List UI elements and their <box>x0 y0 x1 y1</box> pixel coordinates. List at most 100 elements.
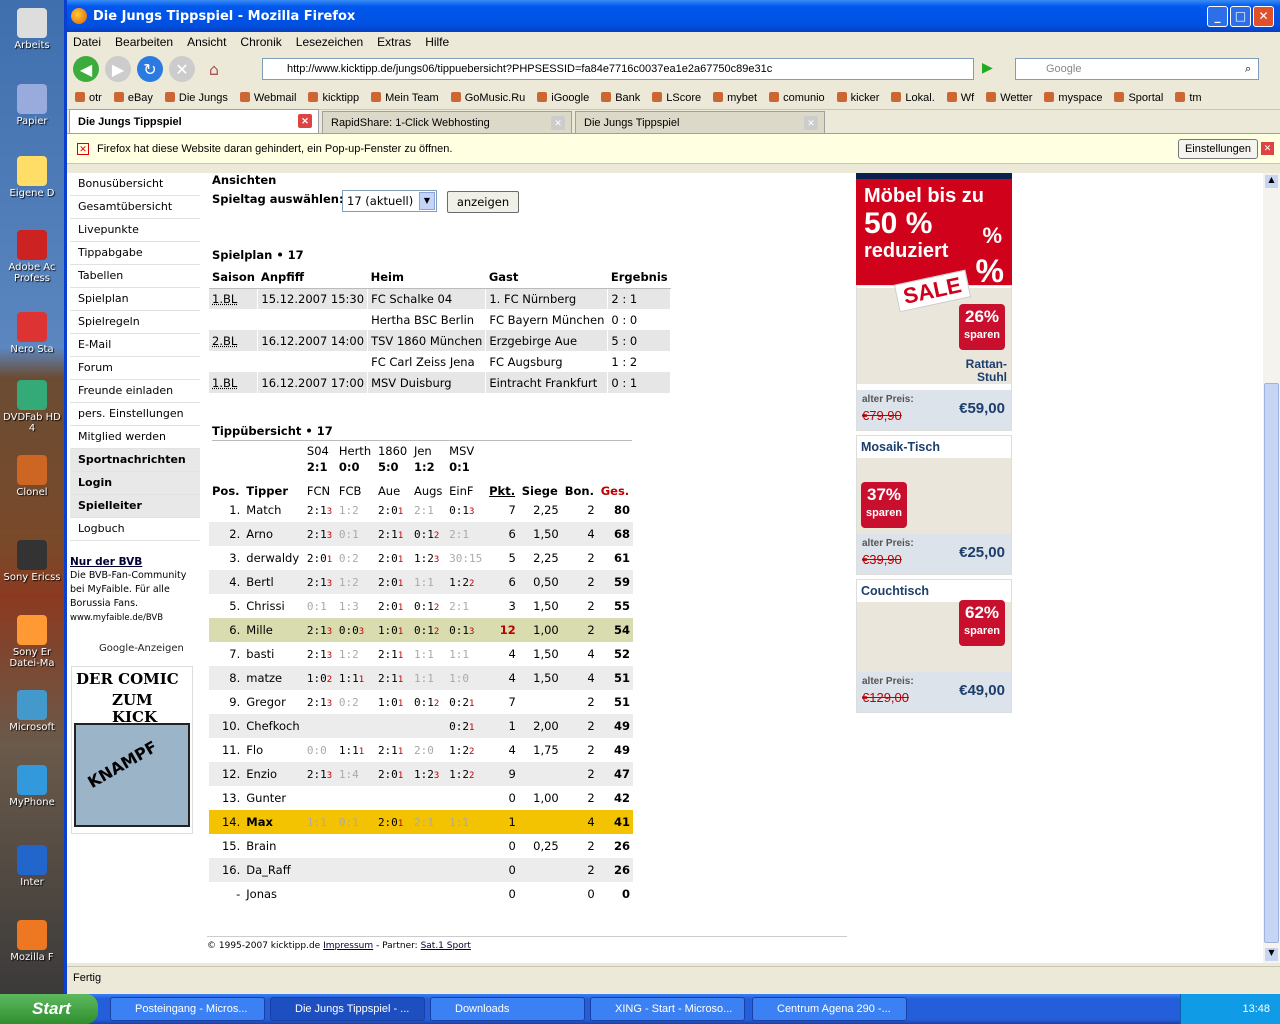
minimize-button[interactable]: _ <box>1207 6 1228 27</box>
bookmark-item[interactable]: Bank <box>601 91 640 104</box>
furniture-ad[interactable]: Mosaik-Tisch 37% sparen alter Preis: €39,90 €… <box>856 435 1012 575</box>
bookmark-item[interactable]: Sportal <box>1114 91 1163 104</box>
nav-item[interactable]: Freunde einladen <box>70 380 200 403</box>
nav-item[interactable]: Spielregeln <box>70 311 200 334</box>
taskbar-item[interactable]: Centrum Agena 290 -... <box>752 997 907 1021</box>
nav-item[interactable]: Spielleiter <box>70 495 200 518</box>
furniture-ad[interactable]: 26% sparen Rattan-Stuhl alter Preis: €79,90 €… <box>856 285 1012 431</box>
spieltag-select[interactable]: 17 (aktuell) ▼ <box>342 190 437 212</box>
menu-chronik[interactable]: Chronik <box>240 35 281 49</box>
tipper-cell[interactable]: Chefkoch <box>243 714 304 738</box>
taskbar-item[interactable]: Die Jungs Tippspiel - ... <box>270 997 425 1021</box>
nav-item[interactable]: Spielplan <box>70 288 200 311</box>
tipper-cell[interactable]: Da_Raff <box>243 858 304 882</box>
partner-link[interactable]: Sat.1 Sport <box>421 941 471 951</box>
bookmark-item[interactable]: Lokal. <box>891 91 935 104</box>
chevron-down-icon[interactable]: ▼ <box>419 192 435 210</box>
settings-button[interactable]: Einstellungen <box>1177 139 1258 159</box>
tab-close-icon[interactable]: ✕ <box>551 116 565 130</box>
tipper-cell[interactable]: Gregor <box>243 690 304 714</box>
desktop-icon[interactable]: Adobe Ac Profess <box>0 230 64 284</box>
bookmark-item[interactable]: eBay <box>113 91 153 104</box>
bookmark-item[interactable]: tm <box>1175 91 1202 104</box>
scroll-down-icon[interactable]: ▼ <box>1265 948 1278 961</box>
desktop-icon[interactable]: Inter <box>0 845 64 888</box>
tipper-cell[interactable]: Max <box>243 810 304 834</box>
tipper-cell[interactable]: Chrissi <box>243 594 304 618</box>
bookmark-item[interactable]: Wf <box>946 91 974 104</box>
nav-item[interactable]: Tabellen <box>70 265 200 288</box>
bvb-ad-title[interactable]: Nur der BVB <box>70 555 198 569</box>
desktop-icon[interactable]: Eigene D <box>0 156 64 199</box>
nav-item[interactable]: pers. Einstellungen <box>70 403 200 426</box>
home-icon[interactable]: ⌂ <box>201 56 227 82</box>
tipper-cell[interactable]: Mille <box>243 618 304 642</box>
furniture-ads[interactable]: Möbel bis zu 50 % reduziert % % 26% spare… <box>856 173 1014 717</box>
scrollbar-thumb[interactable] <box>1264 383 1279 943</box>
stop-icon[interactable]: ✕ <box>169 56 195 82</box>
bookmark-item[interactable]: kicktipp <box>308 91 359 104</box>
tipper-cell[interactable]: Bertl <box>243 570 304 594</box>
bvb-ad[interactable]: Nur der BVB Die BVB-Fan-Community bei My… <box>70 555 198 625</box>
scroll-up-icon[interactable]: ▲ <box>1265 175 1278 188</box>
maximize-button[interactable]: □ <box>1230 6 1251 27</box>
reload-icon[interactable]: ↻ <box>137 56 163 82</box>
desktop-icon[interactable]: Nero Sta <box>0 312 64 355</box>
menu-extras[interactable]: Extras <box>377 35 411 49</box>
bookmark-item[interactable]: GoMusic.Ru <box>450 91 525 104</box>
desktop-icon[interactable]: Sony Er Datei-Ma <box>0 615 64 669</box>
nav-item[interactable]: Tippabgabe <box>70 242 200 265</box>
desktop-icon[interactable]: MyPhone <box>0 765 64 808</box>
taskbar-item[interactable]: Downloads <box>430 997 585 1021</box>
bookmark-item[interactable]: otr <box>75 91 102 104</box>
tipper-cell[interactable]: Flo <box>243 738 304 762</box>
search-input[interactable]: Google <box>1015 58 1259 80</box>
nav-item[interactable]: Sportnachrichten <box>70 449 200 472</box>
desktop-icon[interactable]: DVDFab HD 4 <box>0 380 64 434</box>
anzeigen-button[interactable]: anzeigen <box>447 191 519 213</box>
tab[interactable]: Die Jungs Tippspiel ✕ <box>69 109 319 133</box>
comic-banner[interactable]: DER COMIC ZUM KICK KNAMPF <box>71 666 193 834</box>
bookmark-item[interactable]: Wetter <box>986 91 1032 104</box>
menu-datei[interactable]: Datei <box>73 35 101 49</box>
go-icon[interactable]: ▶ <box>982 60 993 76</box>
nav-item[interactable]: E-Mail <box>70 334 200 357</box>
impressum-link[interactable]: Impressum <box>323 941 373 951</box>
tab[interactable]: RapidShare: 1-Click Webhosting ✕ <box>322 111 572 133</box>
bookmark-item[interactable]: Webmail <box>239 91 296 104</box>
bookmark-item[interactable]: kicker <box>836 91 879 104</box>
bookmark-item[interactable]: Die Jungs <box>164 91 228 104</box>
search-icon[interactable]: ⌕ <box>1245 62 1251 76</box>
pkt-header[interactable]: Pkt. <box>486 474 519 498</box>
tipper-cell[interactable]: basti <box>243 642 304 666</box>
tab-close-icon[interactable]: ✕ <box>804 116 818 130</box>
nav-item[interactable]: Forum <box>70 357 200 380</box>
nav-item[interactable]: Livepunkte <box>70 219 200 242</box>
bookmark-item[interactable]: comunio <box>769 91 825 104</box>
taskbar-item[interactable]: Posteingang - Micros... <box>110 997 265 1021</box>
desktop-icon[interactable]: Sony Ericss <box>0 540 64 583</box>
menu-bearbeiten[interactable]: Bearbeiten <box>115 35 173 49</box>
tipper-cell[interactable]: matze <box>243 666 304 690</box>
url-bar[interactable]: http://www.kicktipp.de/jungs06/tippueber… <box>262 58 974 80</box>
tipper-cell[interactable]: Jonas <box>243 882 304 906</box>
desktop-icon[interactable]: Papier <box>0 84 64 127</box>
tipper-cell[interactable]: Match <box>243 498 304 522</box>
desktop-icon[interactable]: Clonel <box>0 455 64 498</box>
tipper-cell[interactable]: Arno <box>243 522 304 546</box>
tab[interactable]: Die Jungs Tippspiel ✕ <box>575 111 825 133</box>
close-button[interactable]: ✕ <box>1253 6 1274 27</box>
bvb-ad-url[interactable]: www.myfaible.de/BVB <box>70 611 198 625</box>
sale-banner[interactable]: Möbel bis zu 50 % reduziert % % <box>856 173 1012 289</box>
nav-item[interactable]: Mitglied werden <box>70 426 200 449</box>
menu-ansicht[interactable]: Ansicht <box>187 35 226 49</box>
furniture-ad[interactable]: Couchtisch 62% sparen alter Preis: €129,00 €4… <box>856 579 1012 713</box>
bookmark-item[interactable]: LScore <box>652 91 701 104</box>
bookmark-item[interactable]: iGoogle <box>537 91 589 104</box>
desktop-icon[interactable]: Mozilla F <box>0 920 64 963</box>
desktop-icon[interactable]: Microsoft <box>0 690 64 733</box>
tipper-cell[interactable]: derwaldy <box>243 546 304 570</box>
nav-item[interactable]: Logbuch <box>70 518 200 541</box>
tipper-cell[interactable]: Gunter <box>243 786 304 810</box>
back-icon[interactable]: ◀ <box>73 56 99 82</box>
